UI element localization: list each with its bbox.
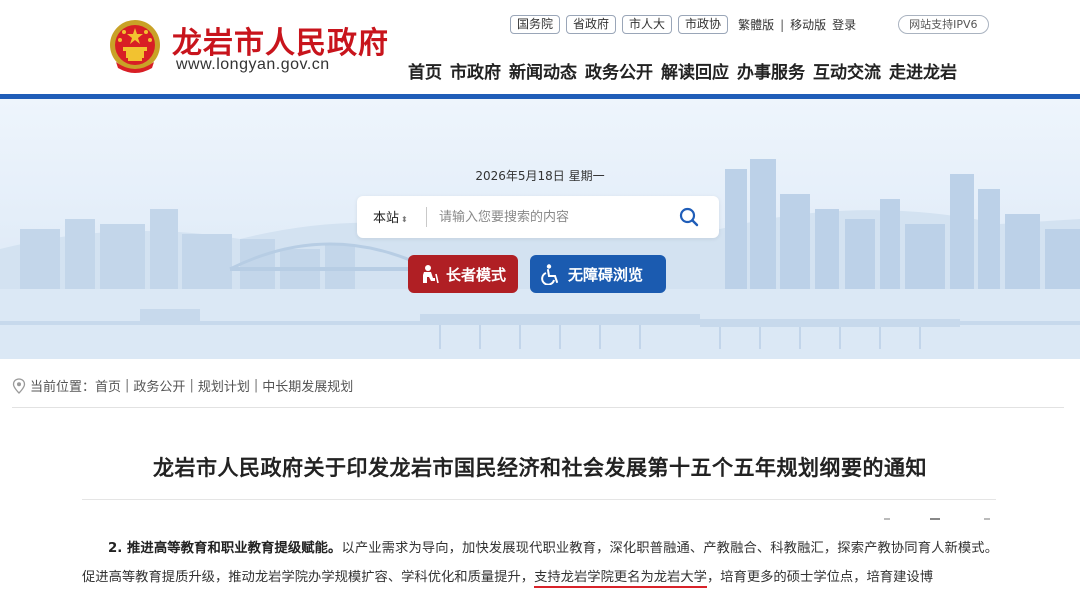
chevron-updown-icon: ⬍ [401,215,408,224]
location-icon [12,377,26,394]
site-header: 龙岩市人民政府 www.longyan.gov.cn 国务院 省政府 市人大 市… [0,0,1080,94]
nav-services[interactable]: 办事服务 [737,58,805,83]
ipv6-badge: 网站支持IPV6 [898,15,989,34]
main-nav: 首页 市政府 新闻动态 政务公开 解读回应 办事服务 互动交流 走进龙岩 [408,58,957,83]
breadcrumb-separator: | [253,378,259,393]
nav-gov-affairs[interactable]: 政务公开 [585,58,653,83]
nav-city-gov[interactable]: 市政府 [450,58,501,83]
breadcrumb-planning[interactable]: 规划计划 [198,376,250,395]
current-date: 2026年5月18日 星期一 [475,169,605,183]
accessible-browsing-button[interactable]: 无障碍浏览 [530,255,666,293]
breadcrumb-long-term-plan[interactable]: 中长期发展规划 [262,376,353,395]
national-emblem-icon[interactable] [108,18,162,76]
hero-banner: 2026年5月18日 星期一 本站⬍ 长者模式 无障碍浏览 [0,99,1080,359]
search-box: 本站 ⬍ [357,196,719,238]
elder-mode-label: 长者模式 [446,265,507,284]
top-links: 国务院 省政府 市人大 市政协 繁體版 | 移动版 登录 网站支持IPV6 [510,15,989,34]
login-link[interactable]: 登录 [832,16,856,33]
wheelchair-icon [541,264,558,285]
traditional-chinese-link[interactable]: 繁體版 [738,16,774,33]
nav-news[interactable]: 新闻动态 [509,58,577,83]
site-url: www.longyan.gov.cn [176,56,330,73]
divider: | [780,17,785,32]
link-city-cppcc[interactable]: 市政协 [678,15,729,34]
paragraph-text-continued: ，培育更多的硕士学位点，培育建设博 [706,570,933,585]
breadcrumb-separator: | [189,378,194,393]
link-province-gov[interactable]: 省政府 [566,15,617,34]
breadcrumb-separator: | [125,378,130,393]
search-icon[interactable] [677,205,701,229]
search-scope-select[interactable]: 本站 ⬍ [373,207,408,226]
breadcrumb-label: 当前位置： [30,380,96,395]
search-input[interactable] [439,206,659,228]
breadcrumb: 当前位置： 首页 | 政务公开 | 规划计划 | 中长期发展规划 [12,376,353,395]
accessible-browsing-label: 无障碍浏览 [568,265,644,284]
divider [82,499,996,500]
nav-interpretation[interactable]: 解读回应 [661,58,729,83]
breadcrumb-home[interactable]: 首页 [95,376,121,395]
nav-home[interactable]: 首页 [408,58,442,83]
search-scope-label: 本站 [373,211,400,226]
nav-interaction[interactable]: 互动交流 [813,58,881,83]
link-state-council[interactable]: 国务院 [510,15,561,34]
nav-about-longyan[interactable]: 走进龙岩 [889,58,957,83]
article-paragraph: 2. 推进高等教育和职业教育提级赋能。以产业需求为导向，加快发展现代职业教育，深… [82,534,998,592]
share-icons-row [884,518,990,520]
divider [12,407,1064,408]
article-title: 龙岩市人民政府关于印发龙岩市国民经济和社会发展第十五个五年规划纲要的通知 [153,456,927,480]
highlighted-text: 支持龙岩学院更名为龙岩大学 [534,570,707,588]
paragraph-heading: 2. 推进高等教育和职业教育提级赋能。 [108,541,342,556]
breadcrumb-gov-affairs[interactable]: 政务公开 [133,376,185,395]
mobile-version-link[interactable]: 移动版 [790,16,826,33]
link-city-congress[interactable]: 市人大 [622,15,673,34]
elder-icon [423,265,439,284]
elder-mode-button[interactable]: 长者模式 [408,255,518,293]
divider [426,207,427,227]
